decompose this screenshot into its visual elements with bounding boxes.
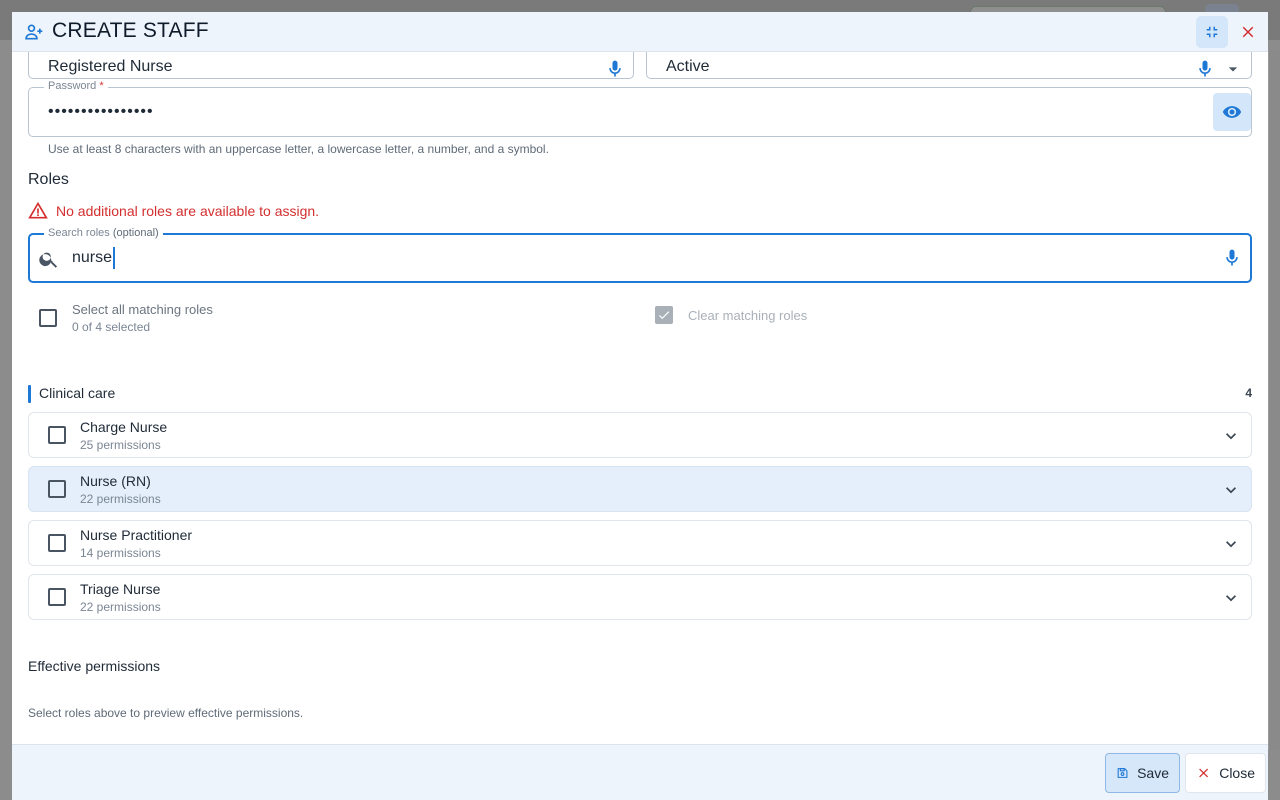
chevron-down-icon[interactable] [1221, 588, 1241, 608]
save-icon [1117, 768, 1128, 778]
role-permission-count: 22 permissions [80, 492, 161, 506]
effective-permissions-title: Effective permissions [28, 658, 161, 674]
role-checkbox[interactable] [48, 480, 66, 498]
create-staff-dialog: Registered Nurse Active ••••••••••••••••… [12, 12, 1268, 800]
role-row-nurse-rn[interactable]: Nurse (RN) 22 permissions [28, 466, 1252, 512]
search-roles-value: nurse [72, 247, 116, 269]
close-icon [1199, 768, 1209, 778]
background-card [1268, 50, 1280, 750]
close-dialog-button[interactable] [1234, 18, 1262, 46]
select-all-matching-checkbox[interactable] [39, 309, 57, 327]
role-group-title: Clinical care [39, 385, 116, 401]
roles-heading: Roles [28, 171, 69, 188]
chevron-down-icon[interactable] [1221, 480, 1241, 500]
role-name: Nurse (RN) [80, 473, 151, 489]
role-name: Nurse Practitioner [80, 527, 193, 543]
effective-permissions-hint: Select roles above to preview effective … [28, 706, 304, 720]
optional-mark: (optional) [112, 227, 159, 239]
role-group-count: 4 [1245, 386, 1252, 400]
chevron-down-icon[interactable] [1221, 534, 1241, 554]
search-roles-text: nurse [72, 249, 113, 267]
role-permission-count: 14 permissions [80, 546, 161, 560]
person-add-icon [25, 24, 43, 40]
role-permission-count: 25 permissions [80, 438, 161, 452]
role-row-triage-nurse[interactable]: Triage Nurse 22 permissions [28, 574, 1252, 620]
warning-icon [28, 201, 48, 219]
text-cursor [113, 247, 116, 269]
role-name: Charge Nurse [80, 419, 168, 435]
password-label-text: Password [48, 80, 97, 92]
roles-warning: No additional roles are available to ass… [28, 201, 319, 221]
role-name: Triage Nurse [80, 581, 161, 597]
close-button-label: Close [1219, 765, 1255, 781]
role-checkbox[interactable] [48, 534, 66, 552]
save-button-label: Save [1137, 765, 1169, 781]
password-label: Password * [44, 80, 108, 92]
select-all-matching-label[interactable]: Select all matching roles [72, 302, 213, 317]
status-value: Active [666, 58, 710, 75]
selected-count: 0 of 4 selected [72, 320, 151, 334]
roles-warning-text: No additional roles are available to ass… [56, 203, 320, 219]
required-mark: * [99, 80, 104, 92]
checkmark-icon [658, 311, 670, 320]
search-roles-input[interactable]: nurse [28, 233, 1252, 283]
dialog-title: CREATE STAFF [52, 19, 209, 42]
dialog-footer: Save Close [12, 744, 1268, 800]
role-group-header: Clinical care 4 [28, 385, 1252, 403]
toggle-password-visibility-button[interactable] [1213, 93, 1251, 131]
exit-fullscreen-button[interactable] [1196, 16, 1228, 48]
role-permission-count: 22 permissions [80, 600, 161, 614]
role-row-nurse-practitioner[interactable]: Nurse Practitioner 14 permissions [28, 520, 1252, 566]
group-accent-bar [28, 385, 31, 403]
password-field[interactable]: •••••••••••••••• [28, 87, 1252, 137]
fullscreen-exit-icon [1206, 26, 1218, 38]
role-row-charge-nurse[interactable]: Charge Nurse 25 permissions [28, 412, 1252, 458]
dropdown-arrow-icon[interactable] [1223, 59, 1243, 79]
dialog-header: CREATE STAFF [12, 12, 1268, 52]
password-helper-text: Use at least 8 characters with an upperc… [48, 142, 549, 156]
role-checkbox[interactable] [48, 426, 66, 444]
search-icon [39, 252, 58, 268]
role-checkbox[interactable] [48, 588, 66, 606]
mic-icon[interactable] [605, 59, 625, 79]
close-button[interactable]: Close [1185, 753, 1266, 793]
job-title-value: Registered Nurse [48, 58, 173, 75]
save-button[interactable]: Save [1105, 753, 1180, 793]
search-roles-label: Search roles (optional) [44, 227, 163, 239]
search-roles-label-text: Search roles [48, 227, 110, 239]
chevron-down-icon[interactable] [1221, 426, 1241, 446]
eye-icon [1222, 106, 1242, 118]
mic-icon[interactable] [1195, 59, 1215, 79]
mic-icon[interactable] [1222, 248, 1242, 268]
close-icon [1242, 26, 1254, 38]
clear-matching-checkbox [655, 306, 673, 324]
password-value: •••••••••••••••• [48, 103, 154, 120]
clear-matching-label: Clear matching roles [688, 308, 808, 323]
dialog-content: Registered Nurse Active ••••••••••••••••… [12, 12, 1268, 744]
